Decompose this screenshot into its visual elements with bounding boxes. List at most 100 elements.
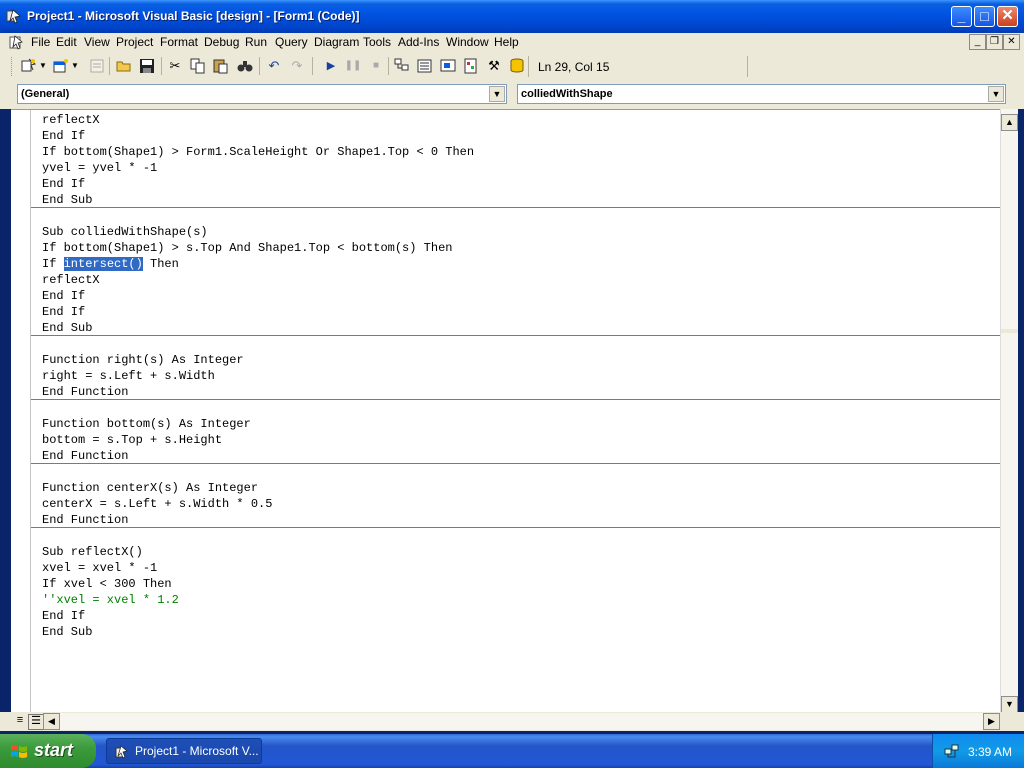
menu-file[interactable]: File xyxy=(31,35,50,49)
menu-project[interactable]: Project xyxy=(116,35,153,49)
add-form-icon[interactable] xyxy=(52,57,70,75)
code-line[interactable]: End If xyxy=(42,304,85,320)
code-editor[interactable]: reflectX End If If bottom(Shape1) > Form… xyxy=(11,109,1000,713)
copy-icon[interactable] xyxy=(189,57,207,75)
toolbar-separator xyxy=(259,57,260,75)
object-browser-icon[interactable] xyxy=(462,57,480,75)
code-window-footer: ≡ ☰ ◀ ▶ xyxy=(0,712,1024,731)
menu-run[interactable]: Run xyxy=(245,35,267,49)
network-icon[interactable] xyxy=(944,743,960,759)
maximize-button[interactable]: □ xyxy=(974,6,995,27)
mdi-minimize-button[interactable]: _ xyxy=(969,34,986,50)
code-line[interactable]: Function centerX(s) As Integer xyxy=(42,480,258,496)
menu-window[interactable]: Window xyxy=(446,35,489,49)
taskbar-item-vb[interactable]: Project1 - Microsoft V... xyxy=(106,738,262,764)
code-line[interactable]: right = s.Left + s.Width xyxy=(42,368,215,384)
code-line[interactable]: Sub reflectX() xyxy=(42,544,143,560)
code-line[interactable]: End Function xyxy=(42,384,128,400)
mdi-close-button[interactable]: ✕ xyxy=(1003,34,1020,50)
toolbox-icon[interactable]: ⚒ xyxy=(485,57,503,75)
code-line[interactable]: End Function xyxy=(42,512,128,528)
start-icon[interactable]: ▶ xyxy=(322,57,340,75)
menu-debug[interactable]: Debug xyxy=(204,35,239,49)
code-line[interactable]: If xvel < 300 Then xyxy=(42,576,172,592)
selected-text[interactable]: intersect() xyxy=(63,257,143,271)
data-view-icon[interactable] xyxy=(508,57,526,75)
add-project-icon[interactable] xyxy=(20,57,38,75)
code-line[interactable]: Function bottom(s) As Integer xyxy=(42,416,251,432)
code-area[interactable]: reflectX End If If bottom(Shape1) > Form… xyxy=(31,110,1000,713)
code-window-icon[interactable] xyxy=(9,35,25,50)
start-button[interactable]: start xyxy=(0,734,96,768)
scroll-right-button[interactable]: ▶ xyxy=(983,713,1000,730)
code-line[interactable]: bottom = s.Top + s.Height xyxy=(42,432,222,448)
code-line[interactable]: reflectX xyxy=(42,112,100,128)
code-line[interactable]: Sub colliedWithShape(s) xyxy=(42,224,208,240)
code-line[interactable]: yvel = yvel * -1 xyxy=(42,160,157,176)
toolbar-separator xyxy=(312,57,313,75)
toolbar-separator xyxy=(161,57,162,75)
scroll-down-button[interactable]: ▼ xyxy=(1001,696,1018,713)
undo-icon[interactable]: ↶ xyxy=(265,57,283,75)
code-line[interactable]: End If xyxy=(42,608,85,624)
break-icon[interactable]: ❚❚ xyxy=(344,57,362,75)
add-form-dropdown-icon[interactable]: ▼ xyxy=(70,57,80,75)
object-combo[interactable]: (General) ▼ xyxy=(17,84,507,104)
menu-add-ins[interactable]: Add-Ins xyxy=(398,35,439,49)
code-line[interactable]: centerX = s.Left + s.Width * 0.5 xyxy=(42,496,272,512)
find-icon[interactable] xyxy=(236,57,254,75)
margin-indicator-bar[interactable] xyxy=(11,110,31,713)
properties-icon[interactable] xyxy=(416,57,434,75)
code-line[interactable]: reflectX xyxy=(42,272,100,288)
toolbar-grip[interactable] xyxy=(11,57,15,76)
code-line[interactable]: End Function xyxy=(42,448,128,464)
scroll-up-button[interactable]: ▲ xyxy=(1001,114,1018,131)
menu-diagram[interactable]: Diagram xyxy=(314,35,359,49)
code-line-current[interactable]: If intersect() Then xyxy=(42,256,179,272)
windows-logo-icon xyxy=(11,745,27,758)
code-line[interactable]: End If xyxy=(42,128,85,144)
menu-edit[interactable]: Edit xyxy=(56,35,77,49)
code-line[interactable]: End If xyxy=(42,176,85,192)
project-explorer-icon[interactable] xyxy=(393,57,411,75)
minimize-button[interactable]: _ xyxy=(951,6,972,27)
scroll-thumb[interactable] xyxy=(1001,329,1018,333)
redo-icon[interactable]: ↷ xyxy=(288,57,306,75)
scroll-left-button[interactable]: ◀ xyxy=(43,713,60,730)
procedure-view-icon[interactable]: ≡ xyxy=(13,714,27,728)
code-line[interactable]: xvel = xvel * -1 xyxy=(42,560,157,576)
code-line[interactable]: End Sub xyxy=(42,192,92,208)
code-line-comment[interactable]: ''xvel = xvel * 1.2 xyxy=(42,592,179,608)
code-line[interactable]: Function right(s) As Integer xyxy=(42,352,244,368)
menu-help[interactable]: Help xyxy=(494,35,519,49)
code-line[interactable]: If bottom(Shape1) > Form1.ScaleHeight Or… xyxy=(42,144,474,160)
title-bar[interactable]: Project1 - Microsoft Visual Basic [desig… xyxy=(0,0,1024,33)
code-line[interactable]: End If xyxy=(42,288,85,304)
menu-tools[interactable]: Tools xyxy=(363,35,391,49)
vertical-scrollbar[interactable]: ▲ ▼ xyxy=(1000,109,1018,713)
chevron-down-icon[interactable]: ▼ xyxy=(489,86,505,102)
menu-format[interactable]: Format xyxy=(160,35,198,49)
chevron-down-icon[interactable]: ▼ xyxy=(988,86,1004,102)
add-project-dropdown-icon[interactable]: ▼ xyxy=(38,57,48,75)
procedure-combo[interactable]: colliedWithShape ▼ xyxy=(517,84,1006,104)
save-icon[interactable] xyxy=(138,57,156,75)
menu-view[interactable]: View xyxy=(84,35,110,49)
clock[interactable]: 3:39 AM xyxy=(968,745,1012,759)
code-line[interactable]: End Sub xyxy=(42,320,92,336)
close-button[interactable]: ✕ xyxy=(997,6,1018,27)
code-line[interactable]: If bottom(Shape1) > s.Top And Shape1.Top… xyxy=(42,240,452,256)
cut-icon[interactable]: ✂ xyxy=(166,57,184,75)
form-layout-icon[interactable] xyxy=(439,57,457,75)
menu-editor-icon[interactable] xyxy=(88,57,106,75)
toolbar-divider xyxy=(528,56,529,77)
full-module-view-icon[interactable]: ☰ xyxy=(28,714,44,730)
horizontal-scrollbar[interactable]: ◀ ▶ xyxy=(43,713,1000,730)
end-icon[interactable]: ■ xyxy=(367,57,385,75)
open-icon[interactable] xyxy=(115,57,133,75)
vb-app-icon[interactable] xyxy=(6,8,22,24)
code-line[interactable]: End Sub xyxy=(42,624,92,640)
mdi-restore-button[interactable]: ❐ xyxy=(986,34,1003,50)
paste-icon[interactable] xyxy=(212,57,230,75)
menu-query[interactable]: Query xyxy=(275,35,308,49)
